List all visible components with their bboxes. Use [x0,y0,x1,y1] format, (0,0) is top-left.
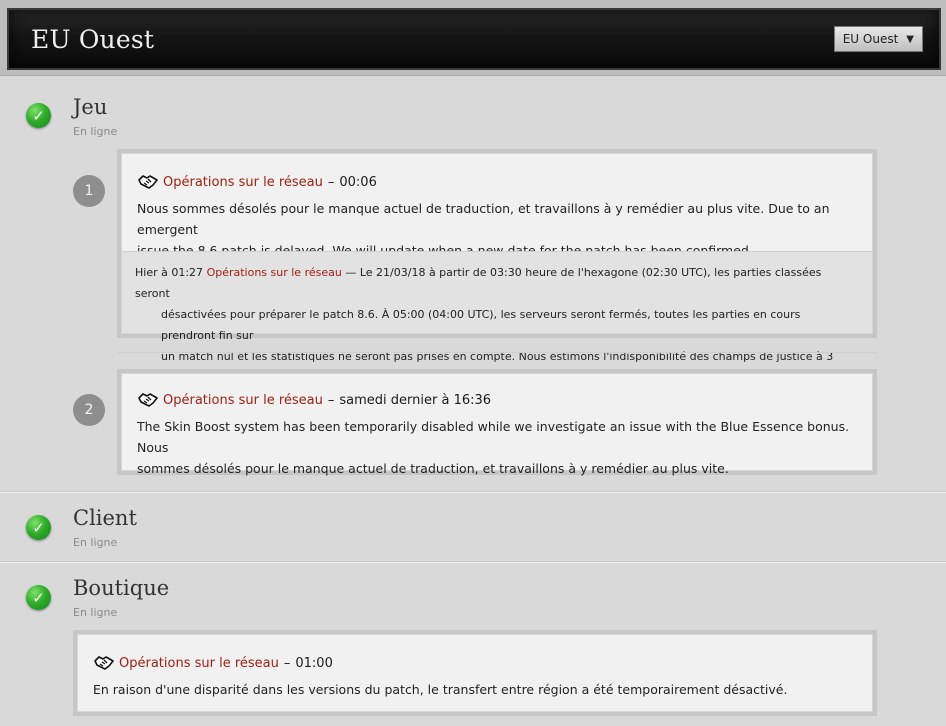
service-status-jeu: En ligne [73,125,118,138]
section-divider [0,491,946,493]
update-title-link[interactable]: Opérations sur le réseau [207,266,342,279]
incident-message: En raison d'une disparité dans les versi… [93,679,863,700]
section-divider [0,561,946,563]
incident-message-line: sommes désolés pour le manque actuel de … [137,461,729,476]
update-line: désactivées pour préparer le patch 8.6. … [161,308,801,342]
handshake-icon [94,655,114,671]
update-time: Hier à 01:27 [135,266,204,279]
incident-time: 00:06 [339,174,377,190]
incident-card: Opérations sur le réseau – samedi dernie… [117,369,877,476]
check-circle-icon: ✓ [26,515,51,540]
incident-card-body: Opérations sur le réseau – 00:06 Nous so… [121,153,873,384]
incident-title-separator: – [327,174,335,190]
incident-title-link[interactable]: Opérations sur le réseau [163,175,323,190]
service-name-jeu: Jeu [73,95,108,119]
incident-title-link[interactable]: Opérations sur le réseau [163,393,323,408]
incident-card: Opérations sur le réseau – 01:00 En rais… [73,630,877,716]
incident-title: Opérations sur le réseau – samedi dernie… [138,392,491,408]
handshake-icon [138,392,158,408]
update-line: Hier à 01:27 Opérations sur le réseau — … [135,262,858,304]
incident-card-body: Opérations sur le réseau – samedi dernie… [121,373,873,476]
region-dropdown[interactable]: EU Ouest ▼ [833,26,923,52]
check-circle-icon: ✓ [26,103,51,128]
handshake-icon [138,174,158,190]
incident-message: The Skin Boost system has been temporari… [137,416,867,479]
incident-time: samedi dernier à 16:36 [339,392,492,408]
incident-separator [117,352,877,353]
service-status-boutique: En ligne [73,606,118,619]
incident-title-link[interactable]: Opérations sur le réseau [119,656,279,671]
region-title: EU Ouest [31,25,155,54]
incident-message-line: Nous sommes désolés pour le manque actue… [137,201,830,237]
incident-card: Opérations sur le réseau – 00:06 Nous so… [117,149,877,384]
incident-title: Opérations sur le réseau – 01:00 [94,655,333,671]
region-header-bar: EU Ouest EU Ouest ▼ [0,0,946,76]
incident-update: Hier à 01:27 Opérations sur le réseau — … [122,251,872,384]
incident-message-line: En raison d'une disparité dans les versi… [93,682,788,697]
incident-time: 01:00 [295,655,333,671]
service-name-boutique: Boutique [73,576,170,600]
incident-number-badge: 2 [73,394,105,426]
service-status-client: En ligne [73,536,118,549]
caret-down-icon: ▼ [906,33,914,45]
incident-message-line: The Skin Boost system has been temporari… [137,419,850,455]
region-header: EU Ouest EU Ouest ▼ [7,8,941,70]
service-name-client: Client [73,506,137,530]
incident-number-badge: 1 [73,175,105,207]
incident-title-separator: – [327,392,335,408]
region-dropdown-value: EU Ouest [842,32,899,46]
check-circle-icon: ✓ [26,585,51,610]
incident-card-body: Opérations sur le réseau – 01:00 En rais… [77,634,873,712]
incident-title: Opérations sur le réseau – 00:06 [138,174,377,190]
incident-title-separator: – [283,655,291,671]
